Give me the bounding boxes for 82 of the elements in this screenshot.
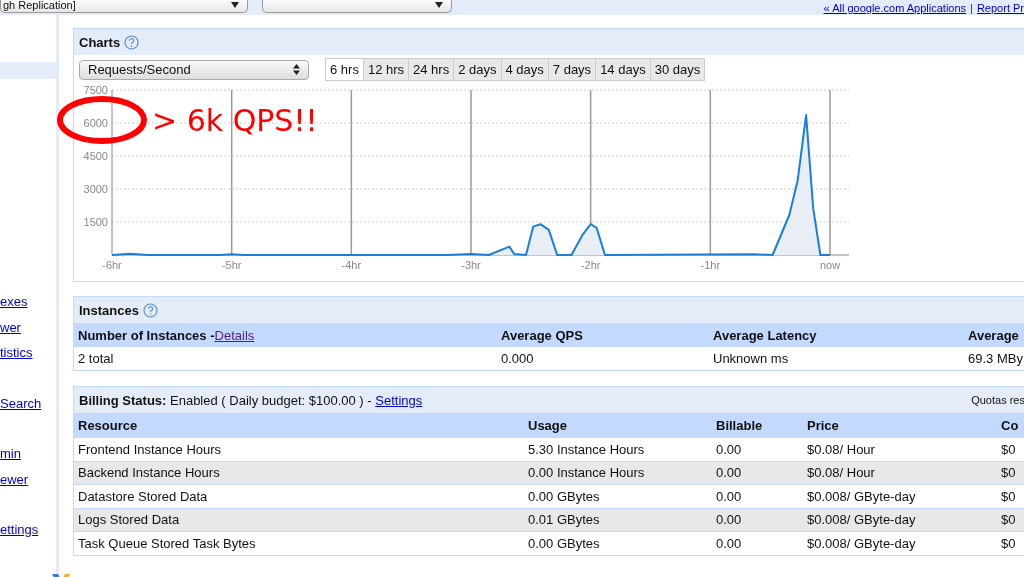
y-axis-label: 6000 <box>83 117 108 129</box>
x-axis-label: -3hr <box>461 259 481 271</box>
annotation-text: > 6k QPS!! <box>152 103 318 138</box>
dropdown-arrow-icon <box>231 2 239 8</box>
y-axis-label: 4500 <box>83 150 108 162</box>
help-icon[interactable] <box>124 34 140 50</box>
time-range-tab[interactable]: 4 days <box>500 59 548 80</box>
metric-dropdown[interactable]: Requests/Second <box>79 59 309 80</box>
help-icon[interactable] <box>143 302 158 318</box>
table-cell-text: 0.00 <box>715 488 743 504</box>
sidebar-link[interactable]: wer <box>0 314 21 340</box>
y-axis-label: 3000 <box>83 183 108 195</box>
panel-title: Charts <box>79 34 121 50</box>
x-axis-label: -4hr <box>341 259 362 271</box>
table-cell-text: $0 <box>1000 488 1017 504</box>
table-cell-text: 0.00 <box>715 465 743 481</box>
settings-link[interactable]: Settings <box>375 392 423 408</box>
table-cell-text: Frontend Instance Hours <box>77 441 223 457</box>
x-axis-label: now <box>819 259 841 271</box>
column-header: Co <box>1000 417 1020 433</box>
table-cell-text: 0.00 Instance Hours <box>527 465 646 481</box>
time-range-tab[interactable]: 7 days <box>547 59 596 80</box>
table-cell-text: 2 total <box>77 351 115 366</box>
sidebar-link[interactable]: Search <box>0 390 42 416</box>
column-header: Price <box>806 417 840 433</box>
table-cell-text: $0.08/ Hour <box>806 465 876 481</box>
table-cell-text: $0 <box>1000 535 1017 551</box>
link-separator: | <box>970 2 973 14</box>
time-range-tab[interactable]: 14 days <box>595 59 650 80</box>
table-cell-text: Backend Instance Hours <box>77 465 221 481</box>
table-cell-text: $0 <box>1000 441 1017 457</box>
table-cell-text: Datastore Stored Data <box>77 488 209 504</box>
table-cell-text: $0.008/ GByte-day <box>806 512 917 528</box>
column-header: Average Latency <box>712 327 818 343</box>
y-axis-label: 1500 <box>83 216 108 228</box>
report-link[interactable]: Report Pr <box>976 2 1024 14</box>
x-axis-label: -2hr <box>580 259 601 271</box>
table-cell-text: 0.01 GBytes <box>527 512 601 528</box>
table-cell-text: 5.30 Instance Hours <box>527 441 646 457</box>
time-range-tab[interactable]: 24 hrs <box>408 59 454 80</box>
details-link[interactable]: Details <box>214 327 255 343</box>
table-cell-text: 0.000 <box>500 351 535 366</box>
column-header: Billable <box>715 417 764 433</box>
y-axis-label: 7500 <box>83 85 108 96</box>
time-range-tab[interactable]: 2 days <box>453 59 501 80</box>
all-applications-link[interactable]: « All google.com Applications <box>823 2 967 14</box>
table-cell-text: 0.00 <box>715 441 743 457</box>
table-cell-text: $0 <box>1000 465 1017 481</box>
quotas-note: Quotas res <box>971 394 1024 406</box>
table-cell-text: 69.3 MBy <box>967 351 1024 366</box>
table-cell-text: 0.00 GBytes <box>527 535 601 551</box>
table-cell-text: $0.008/ GByte-day <box>806 535 917 551</box>
sidebar-link[interactable]: ettings <box>0 517 39 543</box>
select-arrows-icon <box>293 64 300 75</box>
time-range-tab[interactable]: 30 days <box>649 59 705 80</box>
table-cell-text: Logs Stored Data <box>77 512 181 528</box>
sidebar-link[interactable]: tistics <box>0 340 33 366</box>
table-cell-text: $0.008/ GByte-day <box>806 488 917 504</box>
panel-title: Instances <box>79 302 139 318</box>
column-header: Average QPS <box>500 327 584 343</box>
table-cell-text: $0 <box>1000 512 1017 528</box>
table-cell-text: Task Queue Stored Task Bytes <box>77 535 257 551</box>
dropdown-arrow-icon <box>435 2 443 8</box>
dropdown[interactable] <box>262 0 452 13</box>
billing-status: Billing Status: Enabled ( Daily budget: $100.00 ) - Settings <box>79 392 423 408</box>
x-axis-label: -5hr <box>221 259 242 271</box>
app-dropdown[interactable]: gh Replication] <box>0 0 248 13</box>
column-header: Resource <box>77 417 139 433</box>
table-cell-text: Unknown ms <box>712 351 790 366</box>
table-cell-text: $0.08/ Hour <box>806 441 876 457</box>
x-axis-label: -6hr <box>102 259 122 271</box>
column-header: Usage <box>527 417 569 433</box>
column-header: Average <box>967 327 1020 343</box>
table-cell-text: 0.00 GBytes <box>527 488 601 504</box>
time-range-tab[interactable]: 12 hrs <box>362 59 409 80</box>
sidebar-link[interactable]: exes <box>0 289 28 315</box>
table-cell-text: 0.00 <box>715 512 743 528</box>
table-cell-text: 0.00 <box>715 535 743 551</box>
sidebar-link[interactable]: min <box>0 441 21 467</box>
column-header: Number of Instances -Details <box>77 327 256 343</box>
sidebar-link[interactable]: ewer <box>0 466 29 492</box>
x-axis-label: -1hr <box>700 259 721 271</box>
